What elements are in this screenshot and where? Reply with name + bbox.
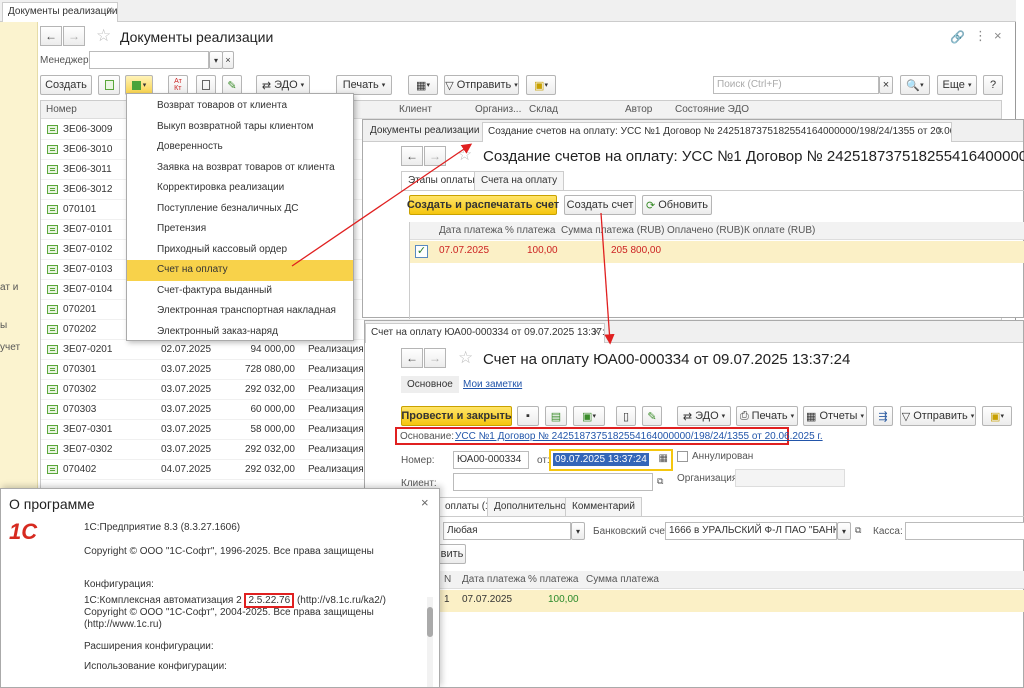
annotation-arrows <box>291 143 615 345</box>
arrow-create-to-invoice <box>600 212 615 345</box>
arrow-menu-to-invoices <box>291 143 473 267</box>
